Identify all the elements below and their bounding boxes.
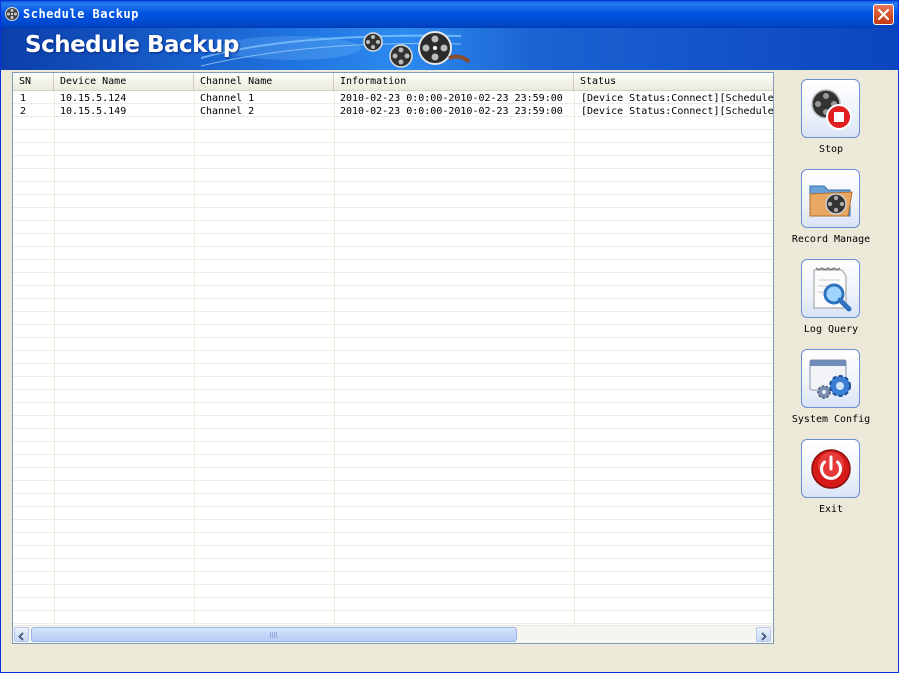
cell-sn: 1 [20, 93, 27, 104]
scrollbar-thumb[interactable] [31, 627, 517, 642]
column-header-sn[interactable]: SN [13, 73, 54, 90]
scrollbar-grip [270, 632, 278, 638]
stop-button[interactable] [801, 79, 860, 138]
column-header-status[interactable]: Status [574, 73, 773, 90]
log-search-icon [813, 267, 852, 312]
chevron-right-icon [761, 632, 767, 641]
cell-information: 2010-02-23 0:0:00-2010-02-23 23:59:00 [340, 106, 563, 117]
film-reel-app-icon [4, 6, 20, 22]
chevron-left-icon [18, 632, 24, 641]
exit-button[interactable] [801, 439, 860, 498]
column-header-device-name[interactable]: Device Name [54, 73, 194, 90]
scroll-right-button[interactable] [756, 627, 771, 642]
scroll-left-button[interactable] [14, 627, 29, 642]
cell-device-name: 10.15.5.124 [60, 93, 127, 104]
table-row[interactable]: 2 10.15.5.149 Channel 2 2010-02-23 0:0:0… [13, 105, 773, 118]
power-icon [811, 449, 851, 489]
stop-icon [811, 89, 852, 130]
record-manage-label: Record Manage [791, 234, 871, 245]
film-reels-graphic [363, 31, 471, 68]
schedule-list-table[interactable]: SN Device Name Channel Name Information … [12, 72, 774, 644]
grid-divider [574, 91, 575, 625]
banner-title: Schedule Backup [25, 32, 239, 58]
cell-channel-name: Channel 2 [200, 106, 255, 117]
stop-label: Stop [818, 144, 844, 155]
close-icon [877, 8, 890, 21]
cell-device-name: 10.15.5.149 [60, 106, 127, 117]
exit-label: Exit [818, 504, 844, 515]
column-header-channel-name[interactable]: Channel Name [194, 73, 334, 90]
column-header-information[interactable]: Information [334, 73, 574, 90]
cell-status: [Device Status:Connect][Schedule [581, 106, 773, 117]
record-manage-button[interactable] [801, 169, 860, 228]
system-config-button[interactable] [801, 349, 860, 408]
log-query-label: Log Query [803, 324, 859, 335]
grid-divider [54, 91, 55, 625]
grid-divider [194, 91, 195, 625]
schedule-backup-window: Schedule Backup Schedule Backup SN Devic… [0, 0, 899, 673]
table-header: SN Device Name Channel Name Information … [13, 73, 773, 91]
log-query-button[interactable] [801, 259, 860, 318]
cell-information: 2010-02-23 0:0:00-2010-02-23 23:59:00 [340, 93, 563, 104]
close-button[interactable] [873, 4, 894, 25]
cell-sn: 2 [20, 106, 27, 117]
title-bar[interactable]: Schedule Backup [1, 1, 898, 28]
table-body [13, 91, 773, 625]
window-title: Schedule Backup [23, 7, 139, 21]
settings-gear-icon [809, 359, 851, 399]
cell-status: [Device Status:Connect][Schedule [581, 93, 773, 104]
header-banner: Schedule Backup [1, 28, 898, 70]
folder-film-icon [809, 185, 853, 217]
table-row[interactable]: 1 10.15.5.124 Channel 1 2010-02-23 0:0:0… [13, 92, 773, 105]
cell-channel-name: Channel 1 [200, 93, 255, 104]
horizontal-scrollbar[interactable] [13, 625, 773, 643]
grid-divider [334, 91, 335, 625]
system-config-label: System Config [791, 414, 871, 425]
